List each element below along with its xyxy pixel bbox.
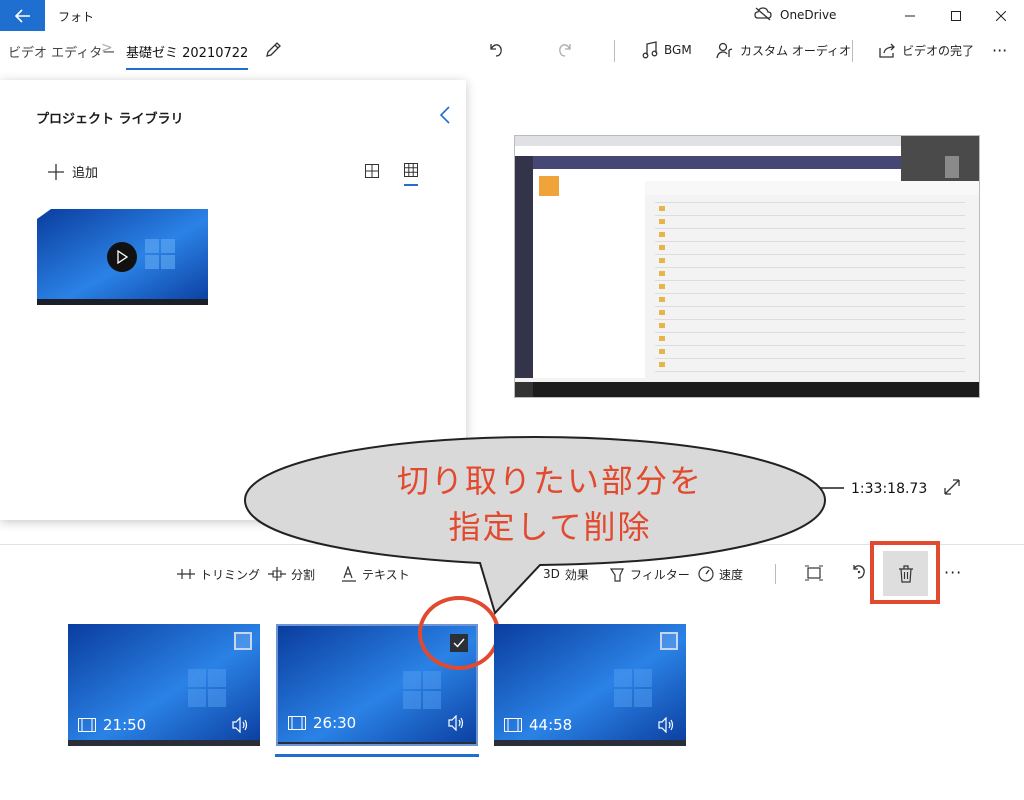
library-video-thumbnail[interactable]	[37, 209, 208, 305]
rename-button[interactable]	[264, 41, 282, 59]
back-button[interactable]	[0, 0, 45, 31]
clip-duration-label: 26:30	[313, 714, 357, 732]
bgm-button[interactable]: BGM	[642, 40, 692, 60]
storyboard-clip[interactable]: 44:58	[494, 624, 686, 746]
maximize-icon	[951, 10, 961, 21]
clip-volume-button[interactable]	[232, 717, 250, 733]
total-duration: 1:33:18.73	[851, 481, 928, 497]
video-preview[interactable]	[514, 135, 980, 398]
film-icon	[78, 718, 96, 732]
fullscreen-icon	[944, 479, 960, 495]
toolbar-divider	[852, 40, 853, 62]
grid-large-icon	[404, 163, 418, 177]
redo-button[interactable]	[556, 41, 574, 59]
clip-select-checkbox[interactable]	[234, 632, 252, 650]
clip-volume-button[interactable]	[448, 715, 466, 731]
maximize-button[interactable]	[933, 0, 979, 31]
more-options-button[interactable]: ···	[992, 40, 1007, 60]
clip-select-checkbox[interactable]	[660, 632, 678, 650]
callout-text-line2: 指定して削除	[448, 508, 652, 546]
library-title: プロジェクト ライブラリ	[36, 112, 184, 127]
redo-icon	[559, 44, 571, 57]
custom-audio-label: カスタム オーディオ	[740, 43, 851, 58]
minimize-icon	[905, 15, 915, 16]
music-note-icon	[642, 41, 658, 59]
clip-duration-label: 44:58	[529, 716, 573, 734]
clip-volume-button[interactable]	[658, 717, 676, 733]
play-icon	[117, 250, 128, 264]
storyboard-more-button[interactable]: ···	[944, 563, 962, 582]
bgm-label: BGM	[664, 43, 692, 57]
back-arrow-icon	[14, 8, 30, 23]
chevron-left-icon	[439, 106, 450, 124]
small-grid-view-button[interactable]	[365, 164, 379, 178]
film-icon	[288, 716, 306, 730]
breadcrumb-separator: >	[101, 40, 113, 56]
rotate-icon	[853, 565, 865, 579]
minimize-button[interactable]	[887, 0, 933, 31]
breadcrumb-video-editor[interactable]: ビデオ エディター	[8, 42, 115, 61]
selected-clip-indicator	[275, 754, 479, 757]
onedrive-icon	[754, 7, 772, 21]
delete-highlight-box	[870, 541, 940, 604]
onedrive-status[interactable]: OneDrive	[780, 8, 836, 22]
finish-video-button[interactable]: ビデオの完了	[878, 40, 974, 60]
collapse-library-button[interactable]	[439, 106, 451, 124]
add-media-button[interactable]: 追加	[48, 162, 98, 181]
rotate-button[interactable]	[850, 563, 868, 581]
close-icon	[996, 10, 1006, 21]
custom-audio-button[interactable]: カスタム オーディオ	[716, 40, 851, 60]
clip-duration: 26:30	[288, 714, 356, 732]
clip-duration: 21:50	[78, 716, 146, 734]
undo-icon	[490, 44, 502, 57]
play-button[interactable]	[107, 242, 137, 272]
checkbox-highlight-circle	[418, 596, 500, 670]
add-label: 追加	[72, 166, 99, 181]
film-icon	[504, 718, 522, 732]
finish-video-label: ビデオの完了	[902, 43, 975, 58]
pencil-icon	[266, 42, 281, 57]
custom-audio-icon	[716, 42, 733, 59]
fullscreen-button[interactable]	[944, 479, 960, 495]
grid-small-icon	[365, 164, 379, 178]
app-title: フォト	[58, 10, 95, 24]
project-name[interactable]: 基礎ゼミ 20210722	[126, 42, 249, 70]
volume-icon	[232, 717, 248, 733]
toolbar-divider	[614, 40, 615, 62]
clip-duration: 44:58	[504, 716, 572, 734]
trim-icon	[177, 569, 195, 579]
close-button[interactable]	[978, 0, 1024, 31]
clip-duration-label: 21:50	[103, 716, 147, 734]
volume-icon	[658, 717, 674, 733]
volume-icon	[448, 715, 464, 731]
undo-button[interactable]	[487, 41, 505, 59]
large-grid-view-button[interactable]	[404, 163, 418, 186]
share-icon	[879, 43, 895, 58]
plus-icon	[48, 163, 64, 180]
callout-text-line1: 切り取りたい部分を	[396, 462, 703, 500]
storyboard-clip[interactable]: 21:50	[68, 624, 260, 746]
